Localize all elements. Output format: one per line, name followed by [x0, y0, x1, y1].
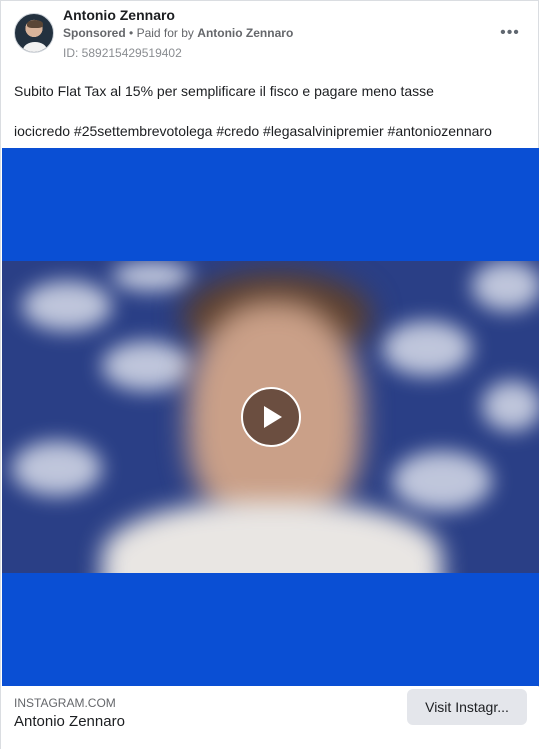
video-player[interactable]	[2, 148, 539, 686]
visit-instagram-button[interactable]: Visit Instagr...	[407, 689, 527, 725]
avatar[interactable]	[14, 13, 54, 53]
sponsored-label: Sponsored	[63, 26, 126, 40]
advertiser-name[interactable]: Antonio Zennaro	[63, 7, 175, 23]
background-logo	[102, 341, 192, 391]
background-logo	[382, 321, 472, 376]
paid-for-name: Antonio Zennaro	[197, 26, 294, 40]
play-icon	[264, 406, 282, 428]
post-hashtags: iocicredo #25settembrevotolega #credo #l…	[14, 123, 492, 139]
post-text: Subito Flat Tax al 15% per semplificare …	[14, 83, 434, 99]
background-logo	[12, 441, 102, 496]
more-horizontal-icon: •••	[500, 24, 520, 41]
background-logo	[392, 451, 492, 511]
separator-dot: •	[129, 26, 134, 40]
background-logo	[472, 261, 539, 311]
person-shirt	[102, 501, 442, 573]
play-button[interactable]	[241, 387, 301, 447]
background-logo	[112, 261, 192, 291]
background-logo	[22, 281, 112, 331]
avatar-hair	[27, 20, 43, 28]
avatar-shirt	[23, 42, 47, 52]
ad-header: Antonio Zennaro Sponsored • Paid for by …	[1, 1, 539, 67]
link-title[interactable]: Antonio Zennaro	[14, 713, 125, 730]
background-logo	[482, 381, 539, 431]
paid-for-prefix: Paid for by	[136, 26, 194, 40]
link-domain: INSTAGRAM.COM	[14, 696, 116, 710]
ad-id: ID: 589215429519402	[63, 46, 182, 60]
link-footer: INSTAGRAM.COM Antonio Zennaro Visit Inst…	[1, 687, 539, 749]
more-options-button[interactable]: •••	[500, 23, 520, 43]
ad-card: Antonio Zennaro Sponsored • Paid for by …	[0, 0, 539, 749]
sponsored-line: Sponsored • Paid for by Antonio Zennaro	[63, 26, 293, 40]
